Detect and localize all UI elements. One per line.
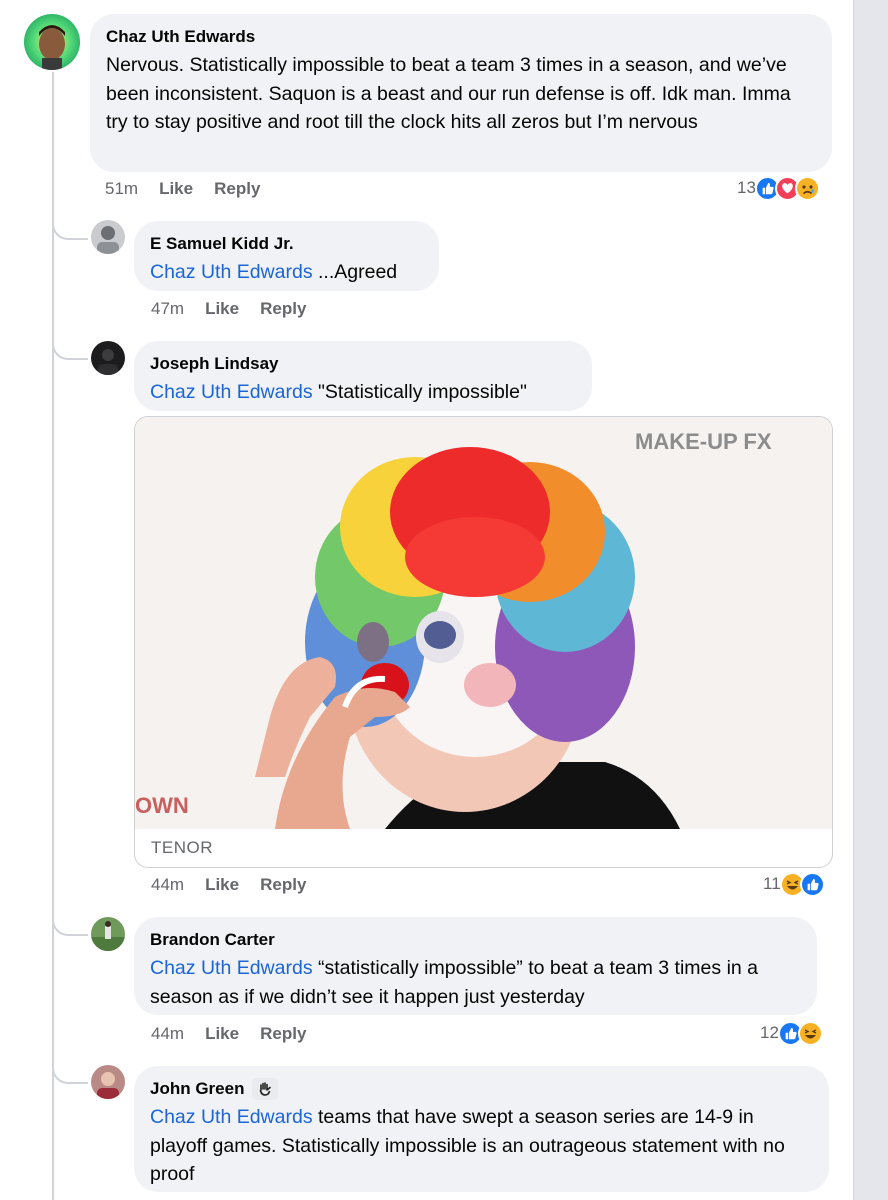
mention-link[interactable]: Chaz Uth Edwards	[150, 957, 313, 979]
reply-meta: 44m Like Reply	[151, 874, 327, 896]
reply-bubble: Joseph Lindsay Chaz Uth Edwards "Statist…	[134, 341, 592, 411]
reply-time[interactable]: 44m	[151, 875, 184, 894]
gif-attachment[interactable]: MAKE-UP FX OWN TENOR	[134, 416, 833, 868]
reply-meta: 47m Like Reply	[151, 298, 327, 320]
scrollbar-track[interactable]	[853, 0, 888, 1200]
reply-bubble: Brandon Carter Chaz Uth Edwards “statist…	[134, 917, 817, 1015]
thread-branch	[52, 212, 88, 240]
reply-text: ...Agreed	[312, 261, 398, 283]
like-reaction-icon	[799, 871, 825, 897]
comment-meta: 51m Like Reply	[105, 178, 281, 200]
reply-author[interactable]: Brandon Carter	[150, 929, 801, 951]
comment-time[interactable]: 51m	[105, 179, 138, 198]
thread-branch	[52, 332, 88, 360]
reply-button[interactable]: Reply	[260, 875, 306, 894]
like-button[interactable]: Like	[205, 1024, 239, 1043]
reaction-count: 12	[760, 1023, 779, 1042]
like-button[interactable]: Like	[159, 179, 193, 198]
reply-meta: 44m Like Reply	[151, 1023, 327, 1045]
thread-branch	[52, 1056, 88, 1084]
reply-bubble: John Green Chaz Uth Edwards teams that h…	[134, 1066, 829, 1192]
like-button[interactable]: Like	[205, 299, 239, 318]
reply-text: "Statistically impossible"	[312, 381, 527, 403]
reaction-summary[interactable]: 13	[737, 175, 820, 201]
mention-link[interactable]: Chaz Uth Edwards	[150, 381, 313, 403]
sad-reaction-icon	[794, 175, 820, 201]
like-button[interactable]: Like	[205, 875, 239, 894]
reply-author[interactable]: John Green	[150, 1078, 244, 1100]
avatar[interactable]	[24, 14, 80, 70]
avatar[interactable]	[91, 220, 125, 254]
comment-text: Nervous. Statistically impossible to bea…	[106, 54, 791, 133]
comment-bubble: Chaz Uth Edwards Nervous. Statistically …	[90, 14, 832, 172]
thread-line	[52, 72, 54, 1200]
reply-bubble: E Samuel Kidd Jr. Chaz Uth Edwards ...Ag…	[134, 221, 439, 291]
reply-button[interactable]: Reply	[214, 179, 260, 198]
gif-watermark: MAKE-UP FX	[635, 429, 772, 454]
reaction-count: 11	[763, 874, 781, 893]
reply-time[interactable]: 44m	[151, 1024, 184, 1043]
waving-hand-icon	[252, 1078, 279, 1100]
gif-corner-text: OWN	[135, 793, 189, 818]
reaction-summary[interactable]: 11	[763, 871, 825, 897]
thread-branch	[52, 908, 88, 936]
reply-author[interactable]: E Samuel Kidd Jr.	[150, 233, 423, 255]
reply-button[interactable]: Reply	[260, 299, 306, 318]
reaction-summary[interactable]: 12	[760, 1020, 823, 1046]
reply-button[interactable]: Reply	[260, 1024, 306, 1043]
reaction-count: 13	[737, 178, 756, 197]
avatar[interactable]	[91, 917, 125, 951]
mention-link[interactable]: Chaz Uth Edwards	[150, 261, 313, 283]
clown-gif-image: MAKE-UP FX OWN	[135, 417, 832, 829]
reply-author[interactable]: Joseph Lindsay	[150, 353, 576, 375]
haha-reaction-icon	[797, 1020, 823, 1046]
reply-time[interactable]: 47m	[151, 299, 184, 318]
comment-author[interactable]: Chaz Uth Edwards	[106, 26, 816, 48]
gif-source-label: TENOR	[151, 838, 213, 857]
mention-link[interactable]: Chaz Uth Edwards	[150, 1106, 313, 1128]
avatar[interactable]	[91, 341, 125, 375]
avatar[interactable]	[91, 1065, 125, 1099]
